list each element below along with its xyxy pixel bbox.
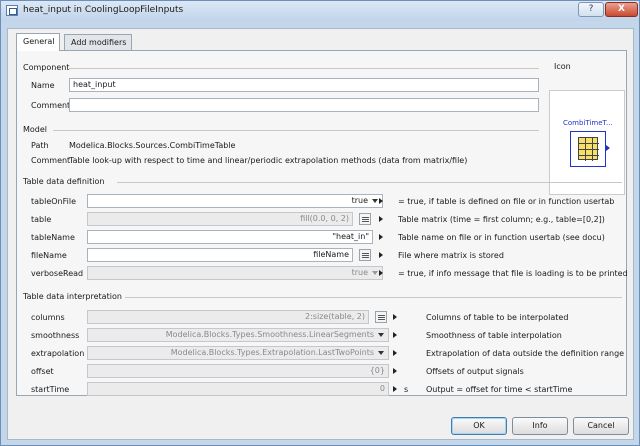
param-description: Offsets of output signals — [426, 367, 524, 376]
table-editor-icon[interactable] — [359, 213, 371, 225]
model-comment-label: Comment — [31, 156, 71, 165]
window-title: heat_input in CoolingLoopFileInputs — [23, 5, 184, 15]
chevron-down-icon[interactable] — [378, 333, 384, 337]
cancel-button[interactable]: Cancel — [573, 417, 629, 435]
start-time-input[interactable]: 0 — [87, 382, 389, 396]
chevron-down-icon[interactable] — [378, 351, 384, 355]
section-divider — [53, 130, 539, 131]
param-menu-arrow-icon[interactable] — [379, 252, 383, 258]
tab-general[interactable]: General — [16, 33, 60, 51]
param-label: smoothness — [31, 331, 80, 340]
param-menu-arrow-icon[interactable] — [393, 386, 397, 392]
param-menu-arrow-icon[interactable] — [393, 350, 397, 356]
path-value: Modelica.Blocks.Sources.CombiTimeTable — [69, 141, 236, 150]
section-divider — [117, 182, 622, 183]
ok-button[interactable]: OK — [451, 417, 507, 435]
param-label: extrapolation — [31, 349, 85, 358]
dialog-body: Add modifiers General Component Name hea… — [7, 28, 634, 440]
param-label: tableName — [31, 233, 75, 242]
param-menu-arrow-icon[interactable] — [379, 198, 383, 204]
param-description: Extrapolation of data outside the defini… — [426, 349, 625, 358]
title-bar[interactable]: heat_input in CoolingLoopFileInputs ? X — [1, 1, 639, 21]
combitimetable-icon — [570, 131, 606, 167]
smoothness-select[interactable]: Modelica.Blocks.Types.Smoothness.LinearS… — [87, 328, 389, 342]
section-divider — [69, 68, 539, 69]
table-grid-icon — [578, 137, 599, 161]
model-comment-value: Table look-up with respect to time and l… — [69, 156, 468, 165]
param-menu-arrow-icon[interactable] — [393, 332, 397, 338]
file-name-input[interactable]: fileName — [87, 248, 353, 262]
columns-input[interactable]: 2:size(table, 2) — [87, 310, 369, 324]
param-label: tableOnFile — [31, 197, 77, 206]
table-definition-heading: Table data definition — [23, 177, 105, 186]
name-label: Name — [31, 81, 55, 90]
icon-heading: Icon — [554, 62, 571, 71]
param-description: Table matrix (time = first column; e.g.,… — [398, 215, 605, 224]
param-label: verboseRead — [31, 269, 84, 278]
icon-component-name: CombiTimeT... — [563, 119, 613, 127]
extrapolation-select[interactable]: Modelica.Blocks.Types.Extrapolation.Last… — [87, 346, 389, 360]
help-button[interactable]: ? — [578, 2, 604, 17]
param-menu-arrow-icon[interactable] — [379, 270, 383, 276]
component-heading: Component — [23, 63, 70, 72]
file-browse-icon[interactable] — [359, 249, 371, 261]
path-label: Path — [31, 141, 49, 150]
param-unit: s — [404, 385, 409, 394]
info-button[interactable]: Info — [512, 417, 568, 435]
dialog-window: heat_input in CoolingLoopFileInputs ? X … — [0, 0, 640, 446]
param-label: table — [31, 215, 52, 224]
section-divider — [125, 297, 622, 298]
comment-label: Comment — [31, 101, 71, 110]
param-description: = true, if table is defined on file or i… — [398, 197, 615, 206]
table-name-input[interactable]: "heat_in" — [87, 230, 373, 244]
verbose-read-select[interactable]: true — [87, 266, 383, 280]
param-description: = true, if info message that file is loa… — [398, 269, 628, 278]
param-menu-arrow-icon[interactable] — [379, 234, 383, 240]
param-label: offset — [31, 367, 54, 376]
comment-input[interactable] — [69, 98, 539, 112]
chevron-down-icon[interactable] — [372, 199, 378, 203]
param-menu-arrow-icon[interactable] — [379, 216, 383, 222]
param-label: startTime — [31, 385, 70, 394]
close-button[interactable]: X — [605, 2, 638, 17]
offset-input[interactable]: {0} — [87, 364, 389, 378]
param-description: File where matrix is stored — [398, 251, 504, 260]
general-panel: Component Name heat_input Comment Icon C… — [16, 50, 628, 396]
param-description: Table name on file or in function userta… — [398, 233, 605, 242]
param-description: Smoothness of table interpolation — [426, 331, 562, 340]
table-interpretation-heading: Table data interpretation — [23, 292, 122, 301]
output-port-icon — [606, 145, 610, 151]
tab-add-modifiers[interactable]: Add modifiers — [64, 34, 132, 50]
param-description: Columns of table to be interpolated — [426, 313, 569, 322]
param-label: columns — [31, 313, 65, 322]
columns-editor-icon[interactable] — [375, 311, 387, 323]
name-input[interactable]: heat_input — [69, 78, 539, 92]
param-menu-arrow-icon[interactable] — [393, 368, 397, 374]
app-icon — [6, 5, 18, 16]
param-description: Output = offset for time < startTime — [426, 385, 573, 394]
param-label: fileName — [31, 251, 67, 260]
param-menu-arrow-icon[interactable] — [393, 314, 397, 320]
model-heading: Model — [23, 125, 48, 134]
table-on-file-select[interactable]: true — [87, 194, 383, 208]
component-icon-box: CombiTimeT... — [549, 90, 625, 195]
table-input[interactable]: fill(0.0, 0, 2) — [87, 212, 353, 226]
chevron-down-icon[interactable] — [372, 271, 378, 275]
